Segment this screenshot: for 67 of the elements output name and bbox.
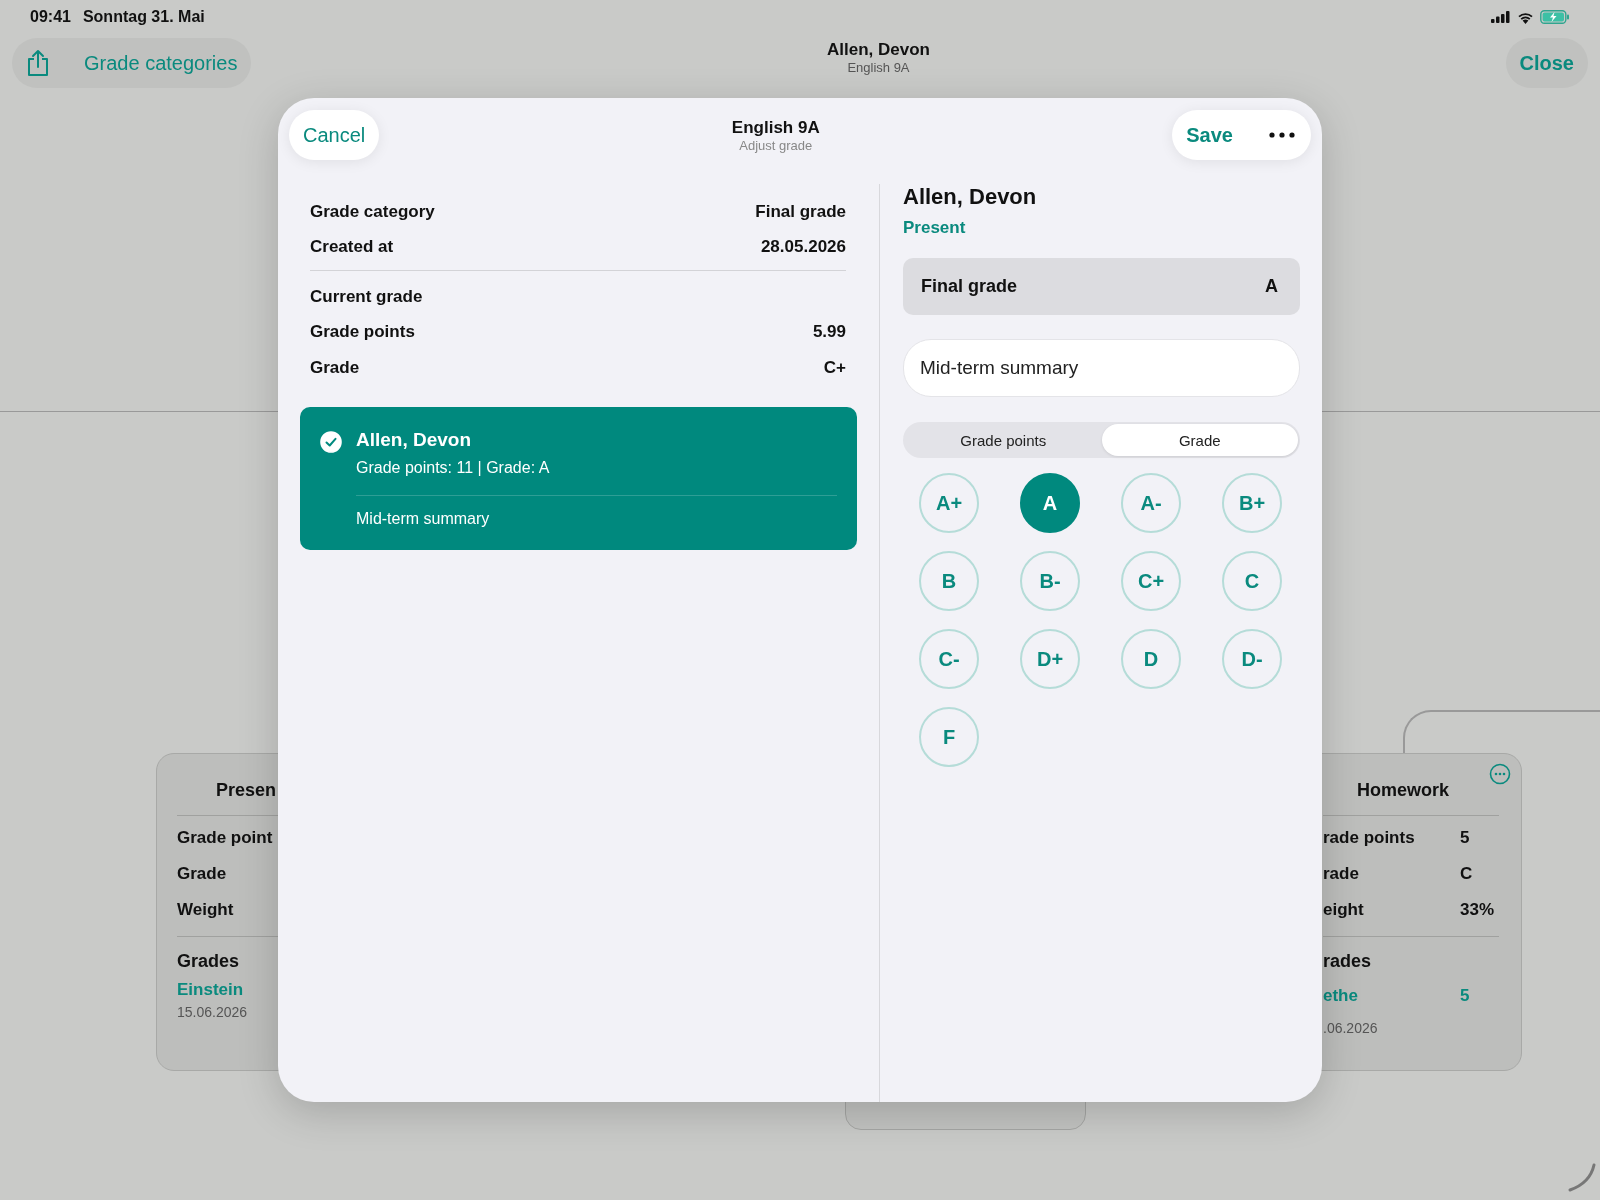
grade-option[interactable]: D+ bbox=[1020, 629, 1080, 689]
row-label: Grade point bbox=[177, 827, 274, 849]
section-title: Current grade bbox=[310, 286, 423, 307]
signal-icon bbox=[1491, 11, 1511, 23]
grade-option[interactable]: C- bbox=[919, 629, 979, 689]
grade-option[interactable]: B+ bbox=[1222, 473, 1282, 533]
cancel-button[interactable]: Cancel bbox=[289, 110, 380, 160]
grade-date: 15.06.2026 bbox=[177, 1004, 249, 1020]
close-button[interactable]: Close bbox=[1505, 38, 1588, 88]
grade-note: Mid-term summary bbox=[356, 510, 491, 528]
section-title: Grades bbox=[177, 950, 241, 973]
save-button[interactable]: Save bbox=[1186, 123, 1233, 147]
card-title: Presen bbox=[215, 779, 278, 802]
detail-value: Final grade bbox=[755, 201, 846, 222]
category-label: Final grade bbox=[921, 276, 1018, 297]
student-name: Allen, Devon bbox=[903, 184, 1038, 210]
grade-option[interactable]: A- bbox=[1121, 473, 1181, 533]
row-label: eight bbox=[1323, 900, 1365, 921]
card-title: Homework bbox=[1356, 779, 1451, 802]
segment-tab[interactable]: Grade points bbox=[905, 424, 1102, 456]
status-time: 09:41 bbox=[30, 8, 71, 26]
detail-value: 28.05.2026 bbox=[760, 236, 846, 257]
grade-option[interactable]: B- bbox=[1020, 551, 1080, 611]
category-row[interactable]: Final grade A bbox=[903, 258, 1300, 315]
grade-link[interactable]: ethe bbox=[1323, 986, 1460, 1010]
segment-tab[interactable]: Grade bbox=[1101, 424, 1298, 456]
comment-field[interactable]: Mid-term summary bbox=[903, 339, 1300, 397]
row-value: 33% bbox=[1460, 900, 1496, 921]
section-title: rades bbox=[1323, 950, 1373, 973]
grade-date: .06.2026 bbox=[1323, 1020, 1379, 1036]
grade-categories-button[interactable]: Grade categories bbox=[12, 38, 252, 88]
grade-summary: Grade points: 11 | Grade: A bbox=[356, 459, 551, 477]
grade-option[interactable]: C+ bbox=[1121, 551, 1181, 611]
nav-subtitle: English 9A bbox=[847, 59, 910, 75]
detail-label: Grade category bbox=[310, 201, 435, 222]
nav-title: Allen, Devon bbox=[827, 39, 930, 60]
row-label: Grade bbox=[177, 863, 228, 885]
share-icon bbox=[26, 49, 50, 77]
detail-value: 5.99 bbox=[812, 322, 846, 342]
grade-option[interactable]: F bbox=[919, 707, 979, 767]
attendance-status: Present bbox=[903, 218, 967, 238]
more-icon[interactable] bbox=[1269, 132, 1295, 138]
grade-entry-card[interactable]: Allen, Devon Grade points: 11 | Grade: A Mid-term summary bbox=[300, 407, 857, 550]
row-label: rade bbox=[1323, 864, 1360, 885]
grade-option[interactable]: B bbox=[919, 551, 979, 611]
grade-option[interactable]: A bbox=[1020, 473, 1080, 533]
detail-label: Grade points bbox=[310, 322, 415, 342]
battery-charging-icon bbox=[1540, 10, 1570, 24]
scroll-indicator bbox=[1566, 1163, 1596, 1193]
detail-value: C+ bbox=[823, 358, 846, 378]
student-name: Allen, Devon bbox=[356, 429, 473, 451]
detail-label: Grade bbox=[310, 358, 360, 378]
sheet-subtitle: Adjust grade bbox=[739, 138, 813, 153]
row-label: Weight bbox=[177, 899, 235, 921]
grade-option[interactable]: D- bbox=[1222, 629, 1282, 689]
detail-label: Created at bbox=[310, 236, 394, 257]
row-value: 5 bbox=[1460, 828, 1471, 849]
row-value: C bbox=[1460, 864, 1474, 885]
sheet-title: English 9A bbox=[731, 118, 820, 138]
grade-value: 5 bbox=[1460, 986, 1471, 1007]
grade-option[interactable]: A+ bbox=[919, 473, 979, 533]
status-date: Sonntag 31. Mai bbox=[82, 8, 205, 26]
category-value: A bbox=[1265, 276, 1278, 297]
wifi-icon bbox=[1517, 10, 1534, 24]
row-label: rade points bbox=[1323, 828, 1416, 849]
grade-option[interactable]: D bbox=[1121, 629, 1181, 689]
grade-option[interactable]: C bbox=[1222, 551, 1282, 611]
